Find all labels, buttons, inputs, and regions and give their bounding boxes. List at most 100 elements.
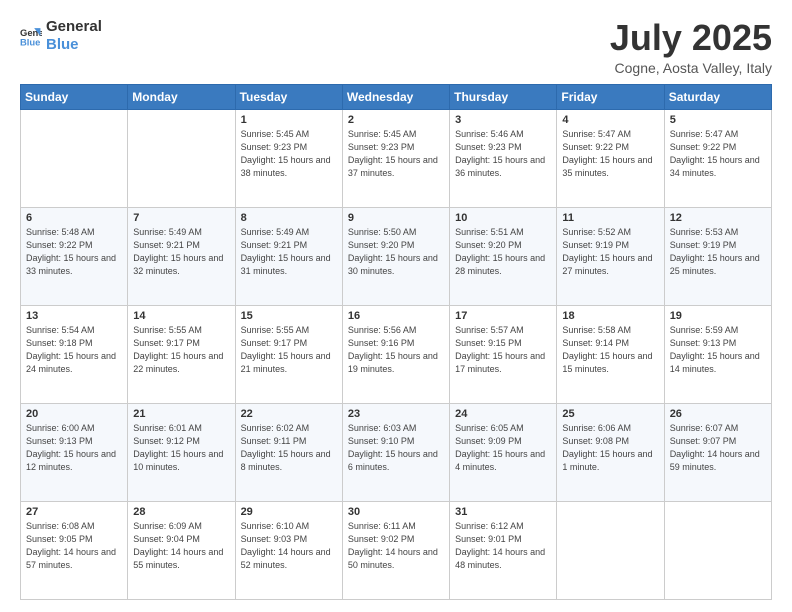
header-thursday: Thursday xyxy=(450,84,557,109)
table-row: 24Sunrise: 6:05 AMSunset: 9:09 PMDayligh… xyxy=(450,403,557,501)
table-row: 29 Sunrise: 6:10 AMSunset: 9:03 PMDayligh… xyxy=(235,501,342,599)
day-info: Sunrise: 6:05 AMSunset: 9:09 PMDaylight:… xyxy=(455,422,551,474)
day-info: Sunrise: 5:53 AMSunset: 9:19 PMDaylight:… xyxy=(670,226,766,278)
table-row xyxy=(664,501,771,599)
day-info: Sunrise: 6:11 AMSunset: 9:02 PMDaylight:… xyxy=(348,520,444,572)
logo-general: General xyxy=(46,18,102,36)
day-number: 1 xyxy=(241,114,337,126)
day-info: Sunrise: 5:47 AMSunset: 9:22 PMDaylight:… xyxy=(670,128,766,180)
calendar-table: Sunday Monday Tuesday Wednesday Thursday… xyxy=(20,84,772,600)
day-info: Sunrise: 6:08 AMSunset: 9:05 PMDaylight:… xyxy=(26,520,122,572)
header-sunday: Sunday xyxy=(21,84,128,109)
day-info: Sunrise: 6:12 AMSunset: 9:01 PMDaylight:… xyxy=(455,520,551,572)
title-location: Cogne, Aosta Valley, Italy xyxy=(610,60,772,76)
table-row xyxy=(128,109,235,207)
day-info: Sunrise: 5:49 AMSunset: 9:21 PMDaylight:… xyxy=(241,226,337,278)
table-row: 11 Sunrise: 5:52 AMSunset: 9:19 PMDayligh… xyxy=(557,207,664,305)
table-row: 17 Sunrise: 5:57 AMSunset: 9:15 PMDayligh… xyxy=(450,305,557,403)
title-month: July 2025 xyxy=(610,18,772,58)
table-row: 18 Sunrise: 5:58 AMSunset: 9:14 PMDayligh… xyxy=(557,305,664,403)
day-info: Sunrise: 5:47 AMSunset: 9:22 PMDaylight:… xyxy=(562,128,658,180)
day-info: Sunrise: 6:00 AMSunset: 9:13 PMDaylight:… xyxy=(26,422,122,474)
day-info: Sunrise: 6:03 AMSunset: 9:10 PMDaylight:… xyxy=(348,422,444,474)
table-row: 13 Sunrise: 5:54 AMSunset: 9:18 PMDayligh… xyxy=(21,305,128,403)
day-number: 28 xyxy=(133,506,229,518)
day-info: Sunrise: 6:01 AMSunset: 9:12 PMDaylight:… xyxy=(133,422,229,474)
day-number: 12 xyxy=(670,212,766,224)
page: General Blue General Blue July 2025 Cogn… xyxy=(0,0,792,612)
table-row: 10 Sunrise: 5:51 AMSunset: 9:20 PMDayligh… xyxy=(450,207,557,305)
day-info: Sunrise: 6:02 AMSunset: 9:11 PMDaylight:… xyxy=(241,422,337,474)
day-number: 11 xyxy=(562,212,658,224)
svg-text:Blue: Blue xyxy=(20,36,40,47)
day-info: Sunrise: 5:57 AMSunset: 9:15 PMDaylight:… xyxy=(455,324,551,376)
day-number: 4 xyxy=(562,114,658,126)
day-info: Sunrise: 6:06 AMSunset: 9:08 PMDaylight:… xyxy=(562,422,658,474)
table-row: 20 Sunrise: 6:00 AMSunset: 9:13 PMDayligh… xyxy=(21,403,128,501)
logo-blue: Blue xyxy=(46,36,102,54)
day-number: 25 xyxy=(562,408,658,420)
day-number: 22 xyxy=(241,408,337,420)
day-number: 9 xyxy=(348,212,444,224)
table-row: 2 Sunrise: 5:45 AMSunset: 9:23 PMDaylight… xyxy=(342,109,449,207)
calendar-week-5: 27 Sunrise: 6:08 AMSunset: 9:05 PMDayligh… xyxy=(21,501,772,599)
table-row: 28 Sunrise: 6:09 AMSunset: 9:04 PMDayligh… xyxy=(128,501,235,599)
day-info: Sunrise: 5:45 AMSunset: 9:23 PMDaylight:… xyxy=(348,128,444,180)
table-row: 19Sunrise: 5:59 AMSunset: 9:13 PMDayligh… xyxy=(664,305,771,403)
day-number: 14 xyxy=(133,310,229,322)
day-info: Sunrise: 5:46 AMSunset: 9:23 PMDaylight:… xyxy=(455,128,551,180)
day-info: Sunrise: 5:52 AMSunset: 9:19 PMDaylight:… xyxy=(562,226,658,278)
day-number: 20 xyxy=(26,408,122,420)
day-number: 21 xyxy=(133,408,229,420)
calendar-week-1: 1 Sunrise: 5:45 AMSunset: 9:23 PMDaylight… xyxy=(21,109,772,207)
table-row: 15 Sunrise: 5:55 AMSunset: 9:17 PMDayligh… xyxy=(235,305,342,403)
day-number: 17 xyxy=(455,310,551,322)
day-info: Sunrise: 5:56 AMSunset: 9:16 PMDaylight:… xyxy=(348,324,444,376)
day-number: 3 xyxy=(455,114,551,126)
table-row: 12 Sunrise: 5:53 AMSunset: 9:19 PMDayligh… xyxy=(664,207,771,305)
day-number: 15 xyxy=(241,310,337,322)
day-number: 19 xyxy=(670,310,766,322)
day-info: Sunrise: 5:54 AMSunset: 9:18 PMDaylight:… xyxy=(26,324,122,376)
logo: General Blue General Blue xyxy=(20,18,102,54)
header-saturday: Saturday xyxy=(664,84,771,109)
table-row: 16Sunrise: 5:56 AMSunset: 9:16 PMDayligh… xyxy=(342,305,449,403)
table-row: 3 Sunrise: 5:46 AMSunset: 9:23 PMDaylight… xyxy=(450,109,557,207)
table-row: 1Sunrise: 5:45 AMSunset: 9:23 PMDaylight… xyxy=(235,109,342,207)
day-info: Sunrise: 5:48 AMSunset: 9:22 PMDaylight:… xyxy=(26,226,122,278)
table-row: 27 Sunrise: 6:08 AMSunset: 9:05 PMDayligh… xyxy=(21,501,128,599)
table-row: 4 Sunrise: 5:47 AMSunset: 9:22 PMDaylight… xyxy=(557,109,664,207)
day-number: 29 xyxy=(241,506,337,518)
day-number: 8 xyxy=(241,212,337,224)
day-number: 13 xyxy=(26,310,122,322)
logo-text: General Blue xyxy=(46,18,102,54)
day-number: 5 xyxy=(670,114,766,126)
day-number: 7 xyxy=(133,212,229,224)
day-info: Sunrise: 5:50 AMSunset: 9:20 PMDaylight:… xyxy=(348,226,444,278)
table-row: 31Sunrise: 6:12 AMSunset: 9:01 PMDayligh… xyxy=(450,501,557,599)
day-number: 2 xyxy=(348,114,444,126)
day-number: 10 xyxy=(455,212,551,224)
table-row: 7Sunrise: 5:49 AMSunset: 9:21 PMDaylight… xyxy=(128,207,235,305)
day-number: 27 xyxy=(26,506,122,518)
day-number: 18 xyxy=(562,310,658,322)
day-number: 30 xyxy=(348,506,444,518)
table-row: 26 Sunrise: 6:07 AMSunset: 9:07 PMDayligh… xyxy=(664,403,771,501)
day-number: 26 xyxy=(670,408,766,420)
table-row: 8 Sunrise: 5:49 AMSunset: 9:21 PMDaylight… xyxy=(235,207,342,305)
calendar-header-row: Sunday Monday Tuesday Wednesday Thursday… xyxy=(21,84,772,109)
day-info: Sunrise: 6:10 AMSunset: 9:03 PMDaylight:… xyxy=(241,520,337,572)
day-info: Sunrise: 5:55 AMSunset: 9:17 PMDaylight:… xyxy=(133,324,229,376)
day-info: Sunrise: 5:58 AMSunset: 9:14 PMDaylight:… xyxy=(562,324,658,376)
header-monday: Monday xyxy=(128,84,235,109)
calendar-week-2: 6Sunrise: 5:48 AMSunset: 9:22 PMDaylight… xyxy=(21,207,772,305)
table-row: 21 Sunrise: 6:01 AMSunset: 9:12 PMDayligh… xyxy=(128,403,235,501)
title-block: July 2025 Cogne, Aosta Valley, Italy xyxy=(610,18,772,76)
header-friday: Friday xyxy=(557,84,664,109)
day-info: Sunrise: 5:55 AMSunset: 9:17 PMDaylight:… xyxy=(241,324,337,376)
day-info: Sunrise: 6:07 AMSunset: 9:07 PMDaylight:… xyxy=(670,422,766,474)
table-row: 25 Sunrise: 6:06 AMSunset: 9:08 PMDayligh… xyxy=(557,403,664,501)
day-info: Sunrise: 5:51 AMSunset: 9:20 PMDaylight:… xyxy=(455,226,551,278)
table-row xyxy=(557,501,664,599)
day-info: Sunrise: 6:09 AMSunset: 9:04 PMDaylight:… xyxy=(133,520,229,572)
